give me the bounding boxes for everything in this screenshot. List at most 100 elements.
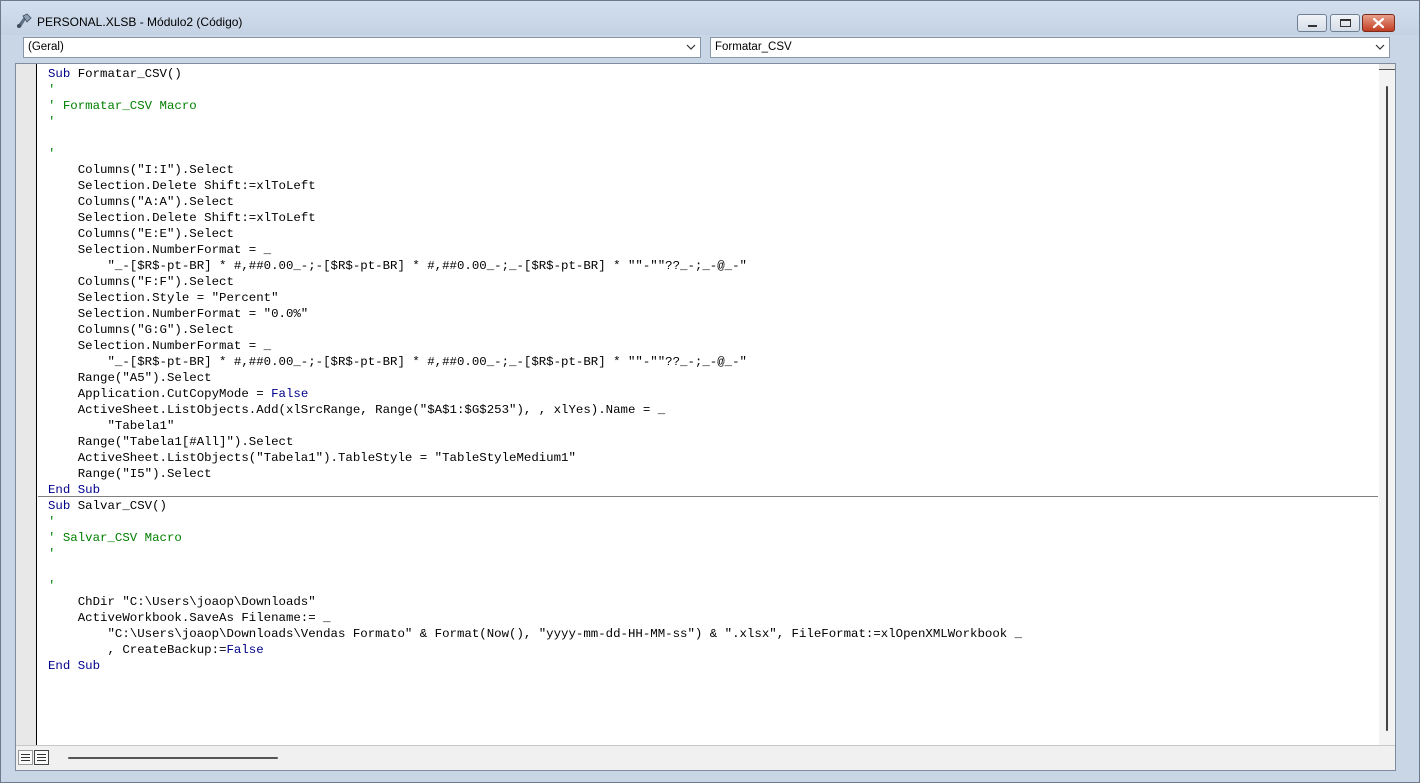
margin-indicator-bar[interactable]	[16, 64, 37, 745]
code-editor[interactable]: Sub Formatar_CSV() ' ' Formatar_CSV Macro '…	[15, 63, 1396, 771]
split-bar[interactable]	[1379, 64, 1395, 70]
code-line: '	[48, 578, 55, 594]
procedure-combo[interactable]: Formatar_CSV	[710, 37, 1390, 58]
code-token: "Tabela1"	[48, 419, 175, 433]
code-line: ActiveSheet.ListObjects.Add(xlSrcRange, …	[48, 402, 665, 418]
code-line: Columns("F:F").Select	[48, 274, 234, 290]
procedure-view-icon	[21, 754, 30, 761]
code-line: Columns("G:G").Select	[48, 322, 234, 338]
comment-token: '	[48, 115, 56, 129]
code-token: Range("A5").Select	[48, 371, 212, 385]
code-token: Columns("E:E").Select	[48, 227, 234, 241]
keyword-token: End Sub	[48, 659, 101, 673]
keyword-token: End Sub	[48, 483, 101, 497]
comment-token: ' Salvar_CSV Macro	[48, 531, 182, 545]
horizontal-scroll-thumb[interactable]	[68, 757, 278, 759]
code-line: Columns("I:I").Select	[48, 162, 234, 178]
full-module-view-button[interactable]	[34, 750, 49, 765]
comment-token: '	[48, 515, 56, 529]
object-combo[interactable]: (Geral)	[23, 37, 701, 58]
code-line: ActiveSheet.ListObjects("Tabela1").Table…	[48, 450, 576, 466]
code-text-area[interactable]: Sub Formatar_CSV() ' ' Formatar_CSV Macro '…	[38, 64, 1378, 745]
code-line: '	[48, 82, 55, 98]
code-line: "C:\Users\joaop\Downloads\Vendas Formato…	[48, 626, 1022, 642]
code-line: "Tabela1"	[48, 418, 174, 434]
minimize-button[interactable]	[1297, 14, 1327, 32]
code-line: '	[48, 146, 55, 162]
vertical-scroll-thumb[interactable]	[1386, 86, 1388, 731]
comment-token: '	[48, 83, 56, 97]
comment-token: '	[48, 547, 56, 561]
code-line: Sub Formatar_CSV()	[48, 66, 182, 82]
code-token: Selection.Delete Shift:=xlToLeft	[48, 179, 316, 193]
comment-token: ' Formatar_CSV Macro	[48, 99, 197, 113]
maximize-icon	[1340, 19, 1351, 27]
code-line: Range("Tabela1[#All]").Select	[48, 434, 294, 450]
code-line: Columns("A:A").Select	[48, 194, 234, 210]
code-token: ActiveWorkbook.SaveAs Filename:= _	[48, 611, 331, 625]
code-line: Selection.NumberFormat = "0.0%"	[48, 306, 309, 322]
code-token: Selection.Delete Shift:=xlToLeft	[48, 211, 316, 225]
code-line: Sub Salvar_CSV()	[48, 498, 167, 514]
chevron-down-icon	[686, 44, 696, 50]
code-line: , CreateBackup:=False	[48, 642, 264, 658]
code-line: End Sub	[48, 482, 100, 498]
code-token: Range("Tabela1[#All]").Select	[48, 435, 294, 449]
comment-token: '	[48, 579, 56, 593]
object-combo-value: (Geral)	[28, 41, 64, 53]
code-line: Columns("E:E").Select	[48, 226, 234, 242]
code-line: Range("I5").Select	[48, 466, 212, 482]
code-token: Columns("G:G").Select	[48, 323, 234, 337]
comment-token: '	[48, 147, 56, 161]
code-line: '	[48, 514, 55, 530]
procedure-separator	[38, 496, 1378, 497]
code-line: "_-[$R$-pt-BR] * #,##0.00_-;-[$R$-pt-BR]…	[48, 258, 747, 274]
bottom-bar	[16, 745, 1395, 770]
minimize-icon	[1308, 25, 1317, 27]
code-line: Selection.NumberFormat = _	[48, 338, 271, 354]
maximize-button[interactable]	[1330, 14, 1360, 32]
code-token: "_-[$R$-pt-BR] * #,##0.00_-;-[$R$-pt-BR]…	[48, 259, 747, 273]
window-title: PERSONAL.XLSB - Módulo2 (Código)	[37, 15, 243, 29]
code-line: ChDir "C:\Users\joaop\Downloads"	[48, 594, 316, 610]
code-token: Columns("I:I").Select	[48, 163, 234, 177]
code-line: End Sub	[48, 658, 100, 674]
keyword-token: Sub	[48, 67, 71, 81]
code-token: "C:\Users\joaop\Downloads\Vendas Formato…	[48, 627, 1023, 641]
vba-code-window: PERSONAL.XLSB - Módulo2 (Código) (Geral)…	[0, 0, 1420, 783]
procedure-combo-value: Formatar_CSV	[715, 41, 792, 53]
code-line: ActiveWorkbook.SaveAs Filename:= _	[48, 610, 331, 626]
vertical-scrollbar[interactable]	[1379, 64, 1395, 745]
code-token: "_-[$R$-pt-BR] * #,##0.00_-;-[$R$-pt-BR]…	[48, 355, 747, 369]
close-icon	[1372, 17, 1385, 29]
code-line: ' Salvar_CSV Macro	[48, 530, 182, 546]
code-token: Selection.NumberFormat = _	[48, 339, 272, 353]
code-line: Selection.Delete Shift:=xlToLeft	[48, 210, 316, 226]
code-token: Selection.NumberFormat = "0.0%"	[48, 307, 309, 321]
code-token: Application.CutCopyMode =	[48, 387, 272, 401]
code-token: Formatar_CSV()	[70, 67, 182, 81]
procedure-view-button[interactable]	[18, 750, 33, 765]
code-token: Columns("F:F").Select	[48, 275, 234, 289]
keyword-token: False	[271, 387, 309, 401]
code-line: Selection.Style = "Percent"	[48, 290, 279, 306]
code-token: ActiveSheet.ListObjects.Add(xlSrcRange, …	[48, 403, 666, 417]
keyword-token: Sub	[48, 499, 71, 513]
title-bar[interactable]: PERSONAL.XLSB - Módulo2 (Código)	[1, 1, 1419, 35]
code-line: ' Formatar_CSV Macro	[48, 98, 197, 114]
code-line: '	[48, 546, 55, 562]
full-module-view-icon	[37, 754, 46, 761]
code-token: Selection.NumberFormat = _	[48, 243, 272, 257]
keyword-token: False	[226, 643, 264, 657]
code-line: Selection.Delete Shift:=xlToLeft	[48, 178, 316, 194]
code-line: Selection.NumberFormat = _	[48, 242, 271, 258]
code-token: Range("I5").Select	[48, 467, 212, 481]
close-button[interactable]	[1362, 14, 1395, 32]
code-line: Range("A5").Select	[48, 370, 212, 386]
code-line: Application.CutCopyMode = False	[48, 386, 309, 402]
code-token: ChDir "C:\Users\joaop\Downloads"	[48, 595, 316, 609]
code-token: ActiveSheet.ListObjects("Tabela1").Table…	[48, 451, 576, 465]
chevron-down-icon	[1375, 44, 1385, 50]
code-token: Salvar_CSV()	[70, 499, 167, 513]
code-token: Columns("A:A").Select	[48, 195, 234, 209]
